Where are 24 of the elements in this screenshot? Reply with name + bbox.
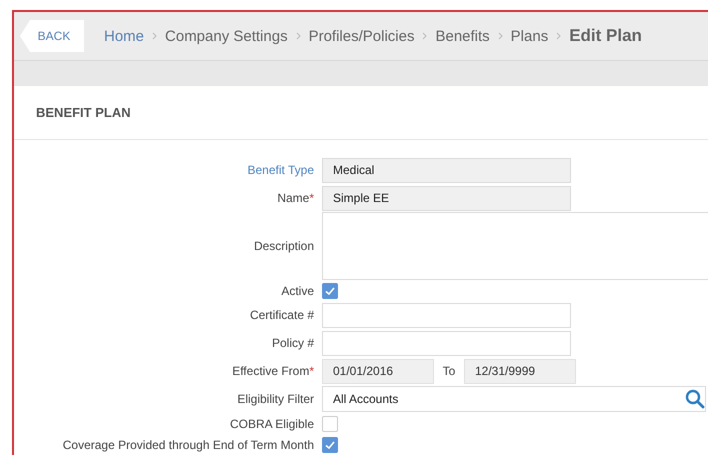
- field-label: Eligibility Filter: [237, 392, 314, 406]
- field-label: Policy #: [272, 336, 314, 350]
- text-field[interactable]: Medical: [322, 158, 571, 182]
- field-label: Description: [254, 239, 314, 253]
- field-label: Benefit Type: [248, 163, 314, 177]
- breadcrumb-link[interactable]: Home: [104, 28, 144, 44]
- field-label: COBRA Eligible: [230, 416, 314, 430]
- field-label: Name*: [277, 191, 314, 205]
- range-separator: To: [442, 364, 456, 378]
- lookup-field[interactable]: All Accounts: [322, 386, 706, 412]
- date-field[interactable]: 12/31/9999: [464, 358, 576, 384]
- breadcrumb-link[interactable]: Company Settings: [165, 28, 288, 44]
- field-label: Coverage Provided through End of Term Month: [62, 438, 314, 452]
- text-field[interactable]: Simple EE: [322, 186, 571, 210]
- field-label: Certificate #: [250, 308, 314, 322]
- date-field[interactable]: 01/01/2016: [322, 358, 434, 384]
- field-label: Effective From*: [232, 364, 314, 378]
- back-button[interactable]: BACK: [20, 20, 84, 52]
- breadcrumb-link[interactable]: Profiles/Policies: [308, 28, 414, 44]
- field-label: Active: [281, 284, 314, 298]
- breadcrumb-link[interactable]: Plans: [510, 28, 548, 44]
- breadcrumb-link[interactable]: Benefits: [435, 28, 490, 44]
- section-title: BENEFIT PLAN: [36, 105, 131, 120]
- page-title: Edit Plan: [569, 26, 642, 46]
